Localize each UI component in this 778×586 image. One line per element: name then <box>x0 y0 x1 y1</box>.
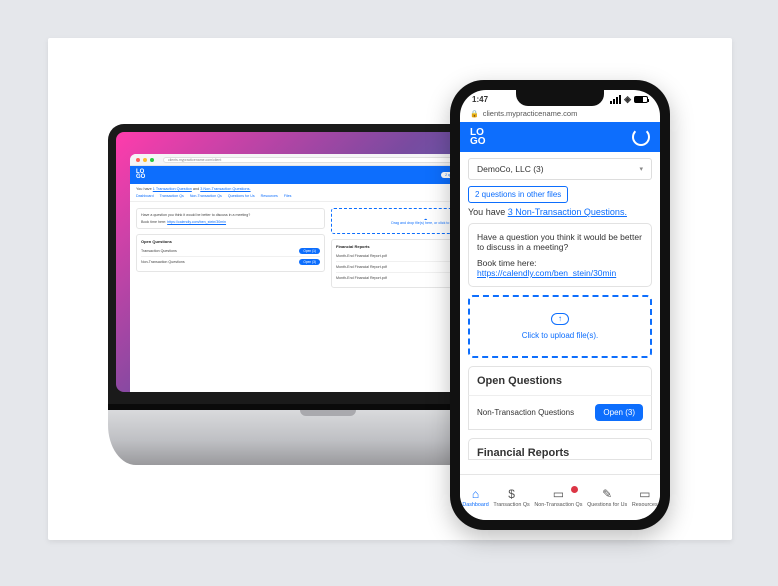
other-files-link[interactable]: 2 questions in other files <box>468 186 568 203</box>
marketing-stage: clients.mypracticename.com/client LOGO 2… <box>48 38 732 540</box>
refresh-icon[interactable] <box>632 128 650 146</box>
mobile-meeting-card: Have a question you think it would be be… <box>468 223 652 287</box>
book-label: Book time here: <box>477 258 643 268</box>
open-button[interactable]: Open (1) <box>299 248 320 254</box>
tab-resources[interactable]: Resources <box>261 194 278 198</box>
window-close-icon[interactable] <box>136 158 140 162</box>
mobile-client-dropdown[interactable]: DemoCo, LLC (3) ▾ <box>468 158 652 180</box>
tab-resources[interactable]: ▭Resources <box>632 488 658 508</box>
battery-icon <box>634 96 648 103</box>
status-time: 1:47 <box>472 95 488 104</box>
meeting-question: Have a question you think it would be be… <box>141 213 320 217</box>
left-column: Have a question you think it would be be… <box>136 208 325 288</box>
mobile-logo[interactable]: LOGO <box>470 128 486 146</box>
open-q-row: Non-Transaction QuestionsOpen (3) <box>141 256 320 267</box>
folder-icon: ▭ <box>639 488 650 500</box>
chevron-down-icon: ▾ <box>639 165 643 173</box>
tab-questions-for-us[interactable]: Questions for Us <box>228 194 255 198</box>
open-q-row: Non-Transaction Questions Open (3) <box>468 395 652 430</box>
tab-dashboard[interactable]: ⌂Dashboard <box>462 488 488 508</box>
non-transaction-q-link[interactable]: 3 Non-Transaction Questions. <box>508 207 627 217</box>
chat-icon: ▭ <box>553 488 564 500</box>
calendly-link[interactable]: https://calendly.com/ben_stein/30min <box>477 268 643 278</box>
calendly-link[interactable]: https://calendly.com/ben_stein/30min <box>167 220 226 224</box>
url-text: clients.mypracticename.com/client <box>168 158 221 162</box>
window-minimize-icon[interactable] <box>143 158 147 162</box>
window-maximize-icon[interactable] <box>150 158 154 162</box>
signal-icon <box>610 95 621 104</box>
mobile-address-bar[interactable]: 🔒 clients.mypracticename.com <box>460 105 660 122</box>
mobile-questions-banner: You have 3 Non-Transaction Questions. <box>468 207 652 217</box>
open-button[interactable]: Open (3) <box>299 259 320 265</box>
phone-notch <box>516 90 604 106</box>
mobile-topbar: LOGO <box>460 122 660 152</box>
wifi-icon: ◈ <box>624 94 631 105</box>
cloud-upload-icon <box>551 313 569 325</box>
tab-questions-for-us[interactable]: ✎Questions for Us <box>587 488 627 508</box>
meeting-question: Have a question you think it would be be… <box>477 232 643 252</box>
mobile-body: DemoCo, LLC (3) ▾ 2 questions in other f… <box>460 152 660 466</box>
tab-non-transaction-qs[interactable]: Non-Transaction Qs <box>190 194 222 198</box>
tab-transaction-qs[interactable]: $Transaction Qs <box>493 488 529 508</box>
mobile-open-questions-section: Open Questions Non-Transaction Questions… <box>468 366 652 430</box>
row-label: Non-Transaction Questions <box>477 408 574 417</box>
phone-mockup: 1:47 ◈ 🔒 clients.mypracticename.com LOGO… <box>450 80 670 530</box>
open-questions-header: Open Questions <box>141 239 320 244</box>
tab-files[interactable]: Files <box>284 194 292 198</box>
tab-transaction-qs[interactable]: Transaction Qs <box>160 194 184 198</box>
badge-icon <box>571 486 578 493</box>
open-questions-card: Open Questions Transaction QuestionsOpen… <box>136 234 325 272</box>
app-logo[interactable]: LOGO <box>136 170 145 180</box>
reports-header: Financial Reports <box>468 438 652 460</box>
transaction-q-link[interactable]: 1 Transaction Question <box>153 187 192 191</box>
lock-icon: 🔒 <box>470 110 479 118</box>
tab-dashboard[interactable]: Dashboard <box>136 194 154 198</box>
open-q-row: Transaction QuestionsOpen (1) <box>141 246 320 256</box>
meeting-card: Have a question you think it would be be… <box>136 208 325 229</box>
mobile-tabbar: ⌂Dashboard $Transaction Qs ▭Non-Transact… <box>460 474 660 520</box>
tab-non-transaction-qs[interactable]: ▭Non-Transaction Qs <box>534 488 582 508</box>
open-questions-header: Open Questions <box>468 366 652 395</box>
open-button[interactable]: Open (3) <box>595 404 643 421</box>
pencil-icon: ✎ <box>602 488 612 500</box>
mobile-url-text: clients.mypracticename.com <box>483 109 578 118</box>
mobile-upload-dropzone[interactable]: Click to upload file(s). <box>468 295 652 358</box>
home-icon: ⌂ <box>472 488 479 500</box>
phone-screen: 1:47 ◈ 🔒 clients.mypracticename.com LOGO… <box>460 90 660 520</box>
upload-text: Click to upload file(s). <box>478 331 642 340</box>
dollar-icon: $ <box>508 488 515 500</box>
non-transaction-q-link[interactable]: 3 Non-Transaction Questions. <box>200 187 250 191</box>
